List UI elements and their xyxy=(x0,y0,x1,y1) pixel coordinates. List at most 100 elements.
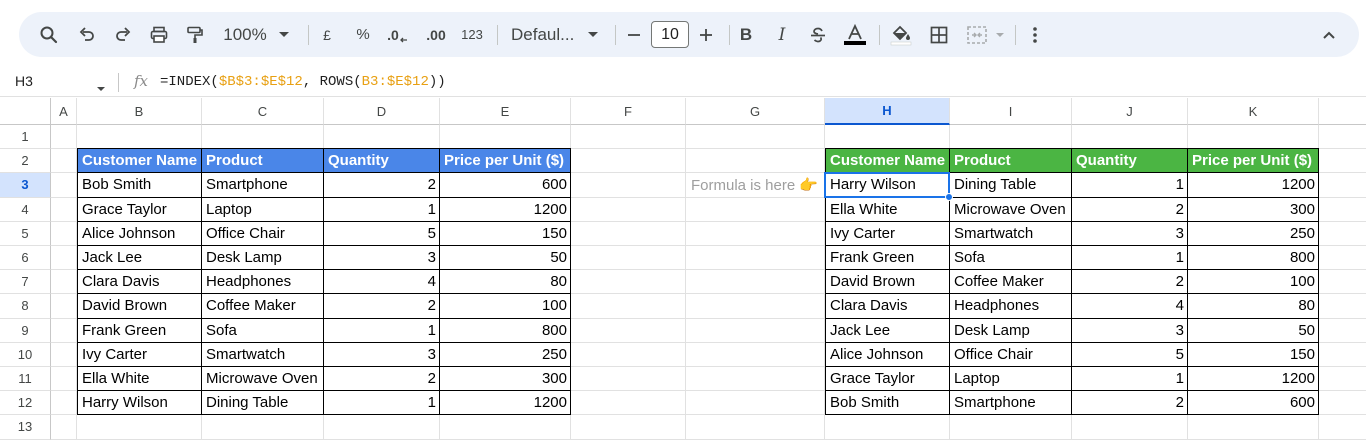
left-table-cell[interactable]: Dining Table xyxy=(202,391,324,416)
more-options-icon[interactable] xyxy=(1025,12,1045,57)
right-table-cell[interactable]: 2 xyxy=(1072,270,1188,295)
name-box[interactable]: H3 xyxy=(15,73,33,89)
left-table-cell[interactable]: 800 xyxy=(440,318,571,343)
right-table-cell[interactable]: Headphones xyxy=(950,294,1072,319)
left-table-header-cell[interactable]: Quantity xyxy=(324,148,440,174)
right-table-header-cell[interactable]: Customer Name xyxy=(825,148,950,174)
strikethrough-icon[interactable] xyxy=(807,12,829,57)
left-table-cell[interactable]: 100 xyxy=(440,294,571,319)
select-all-corner[interactable] xyxy=(0,98,51,125)
right-table-cell[interactable]: 80 xyxy=(1188,294,1319,319)
font-dropdown-icon[interactable] xyxy=(585,12,601,57)
right-table-cell[interactable]: 600 xyxy=(1188,391,1319,416)
right-table-cell[interactable]: 150 xyxy=(1188,342,1319,367)
right-table-header-cell[interactable]: Product xyxy=(950,148,1072,174)
left-table-cell[interactable]: Frank Green xyxy=(77,318,202,343)
decrease-decimal-button[interactable]: .0 xyxy=(385,12,411,57)
text-color-icon[interactable] xyxy=(841,12,869,57)
font-family-select[interactable]: Defaul... xyxy=(511,12,575,57)
right-table-cell[interactable]: 3 xyxy=(1072,318,1188,343)
left-table-cell[interactable]: 4 xyxy=(324,270,440,295)
left-table-cell[interactable]: 3 xyxy=(324,246,440,271)
row-header-12[interactable]: 12 xyxy=(0,391,51,416)
left-table-cell[interactable]: Grace Taylor xyxy=(77,197,202,222)
column-header-e[interactable]: E xyxy=(440,98,571,125)
left-table-cell[interactable]: 1 xyxy=(324,197,440,222)
right-table-cell[interactable]: 250 xyxy=(1188,221,1319,246)
right-table-cell[interactable]: David Brown xyxy=(825,270,950,295)
column-header-c[interactable]: C xyxy=(202,98,324,125)
right-table-cell[interactable]: Desk Lamp xyxy=(950,318,1072,343)
right-table-cell[interactable]: Microwave Oven xyxy=(950,197,1072,222)
fill-color-icon[interactable] xyxy=(889,12,913,57)
row-header-3[interactable]: 3 xyxy=(0,173,51,198)
merge-dropdown-icon[interactable] xyxy=(993,12,1007,57)
right-table-cell[interactable]: 300 xyxy=(1188,197,1319,222)
row-header-6[interactable]: 6 xyxy=(0,246,51,271)
left-table-cell[interactable]: Microwave Oven xyxy=(202,367,324,392)
zoom-select[interactable]: 100% xyxy=(221,12,269,57)
right-table-cell[interactable]: 1 xyxy=(1072,173,1188,198)
right-table-cell[interactable]: 1 xyxy=(1072,367,1188,392)
right-table-cell[interactable]: 50 xyxy=(1188,318,1319,343)
column-header-i[interactable]: I xyxy=(950,98,1072,125)
left-table-cell[interactable]: 1200 xyxy=(440,197,571,222)
right-table-cell[interactable]: 2 xyxy=(1072,197,1188,222)
name-box-dropdown-icon[interactable] xyxy=(96,79,106,97)
plus-icon[interactable] xyxy=(695,12,717,57)
right-table-cell[interactable]: Ella White xyxy=(825,197,950,222)
left-table-cell[interactable]: Ivy Carter xyxy=(77,342,202,367)
row-header-2[interactable]: 2 xyxy=(0,149,51,174)
right-table-cell[interactable]: Bob Smith xyxy=(825,391,950,416)
row-header-1[interactable]: 1 xyxy=(0,125,51,150)
row-header-8[interactable]: 8 xyxy=(0,294,51,319)
redo-icon[interactable] xyxy=(111,12,135,57)
right-table-cell[interactable]: Frank Green xyxy=(825,246,950,271)
row-header-9[interactable]: 9 xyxy=(0,318,51,343)
row-header-4[interactable]: 4 xyxy=(0,197,51,222)
formula-input[interactable]: =INDEX($B$3:$E$12, ROWS(B3:$E$12)) xyxy=(160,74,446,90)
row-header-11[interactable]: 11 xyxy=(0,367,51,392)
left-table-cell[interactable]: 150 xyxy=(440,221,571,246)
left-table-cell[interactable]: 1 xyxy=(324,391,440,416)
print-icon[interactable] xyxy=(147,12,171,57)
left-table-cell[interactable]: Headphones xyxy=(202,270,324,295)
right-table-cell[interactable]: 1200 xyxy=(1188,173,1319,198)
right-table-cell[interactable]: 1 xyxy=(1072,246,1188,271)
search-icon[interactable] xyxy=(37,12,61,57)
left-table-cell[interactable]: Harry Wilson xyxy=(77,391,202,416)
left-table-cell[interactable]: 50 xyxy=(440,246,571,271)
row-header-10[interactable]: 10 xyxy=(0,342,51,367)
left-table-cell[interactable]: Desk Lamp xyxy=(202,246,324,271)
left-table-cell[interactable]: 2 xyxy=(324,367,440,392)
left-table-cell[interactable]: Jack Lee xyxy=(77,246,202,271)
right-table-cell[interactable]: 2 xyxy=(1072,391,1188,416)
column-header-d[interactable]: D xyxy=(324,98,440,125)
paint-format-icon[interactable] xyxy=(183,12,207,57)
left-table-cell[interactable]: Clara Davis xyxy=(77,270,202,295)
column-header-b[interactable]: B xyxy=(77,98,202,125)
spreadsheet-grid[interactable]: A B C D E F G H I J K 1 2 3 4 5 6 7 8 9 10 11 12 13 Customer Nam… xyxy=(0,98,1366,440)
left-table-cell[interactable]: Smartphone xyxy=(202,173,324,198)
left-table-cell[interactable]: Laptop xyxy=(202,197,324,222)
zoom-dropdown-icon[interactable] xyxy=(276,12,292,57)
right-table-cell[interactable]: 100 xyxy=(1188,270,1319,295)
left-table-cell[interactable]: Office Chair xyxy=(202,221,324,246)
left-table-cell[interactable]: 600 xyxy=(440,173,571,198)
right-table-cell[interactable]: 4 xyxy=(1072,294,1188,319)
percent-format-button[interactable]: % xyxy=(352,12,374,57)
left-table-cell[interactable]: David Brown xyxy=(77,294,202,319)
right-table-cell[interactable]: 3 xyxy=(1072,221,1188,246)
right-table-cell[interactable]: Dining Table xyxy=(950,173,1072,198)
number-format-button[interactable]: 123 xyxy=(459,12,485,57)
right-table-cell[interactable]: 800 xyxy=(1188,246,1319,271)
left-table-cell[interactable]: 80 xyxy=(440,270,571,295)
left-table-header-cell[interactable]: Product xyxy=(202,148,324,174)
left-table-cell[interactable]: Sofa xyxy=(202,318,324,343)
merge-cells-icon[interactable] xyxy=(963,12,991,57)
right-table-header-cell[interactable]: Quantity xyxy=(1072,148,1188,174)
column-header-g[interactable]: G xyxy=(686,98,825,125)
left-table-cell[interactable]: Bob Smith xyxy=(77,173,202,198)
left-table-cell[interactable]: Coffee Maker xyxy=(202,294,324,319)
row-header-5[interactable]: 5 xyxy=(0,221,51,246)
